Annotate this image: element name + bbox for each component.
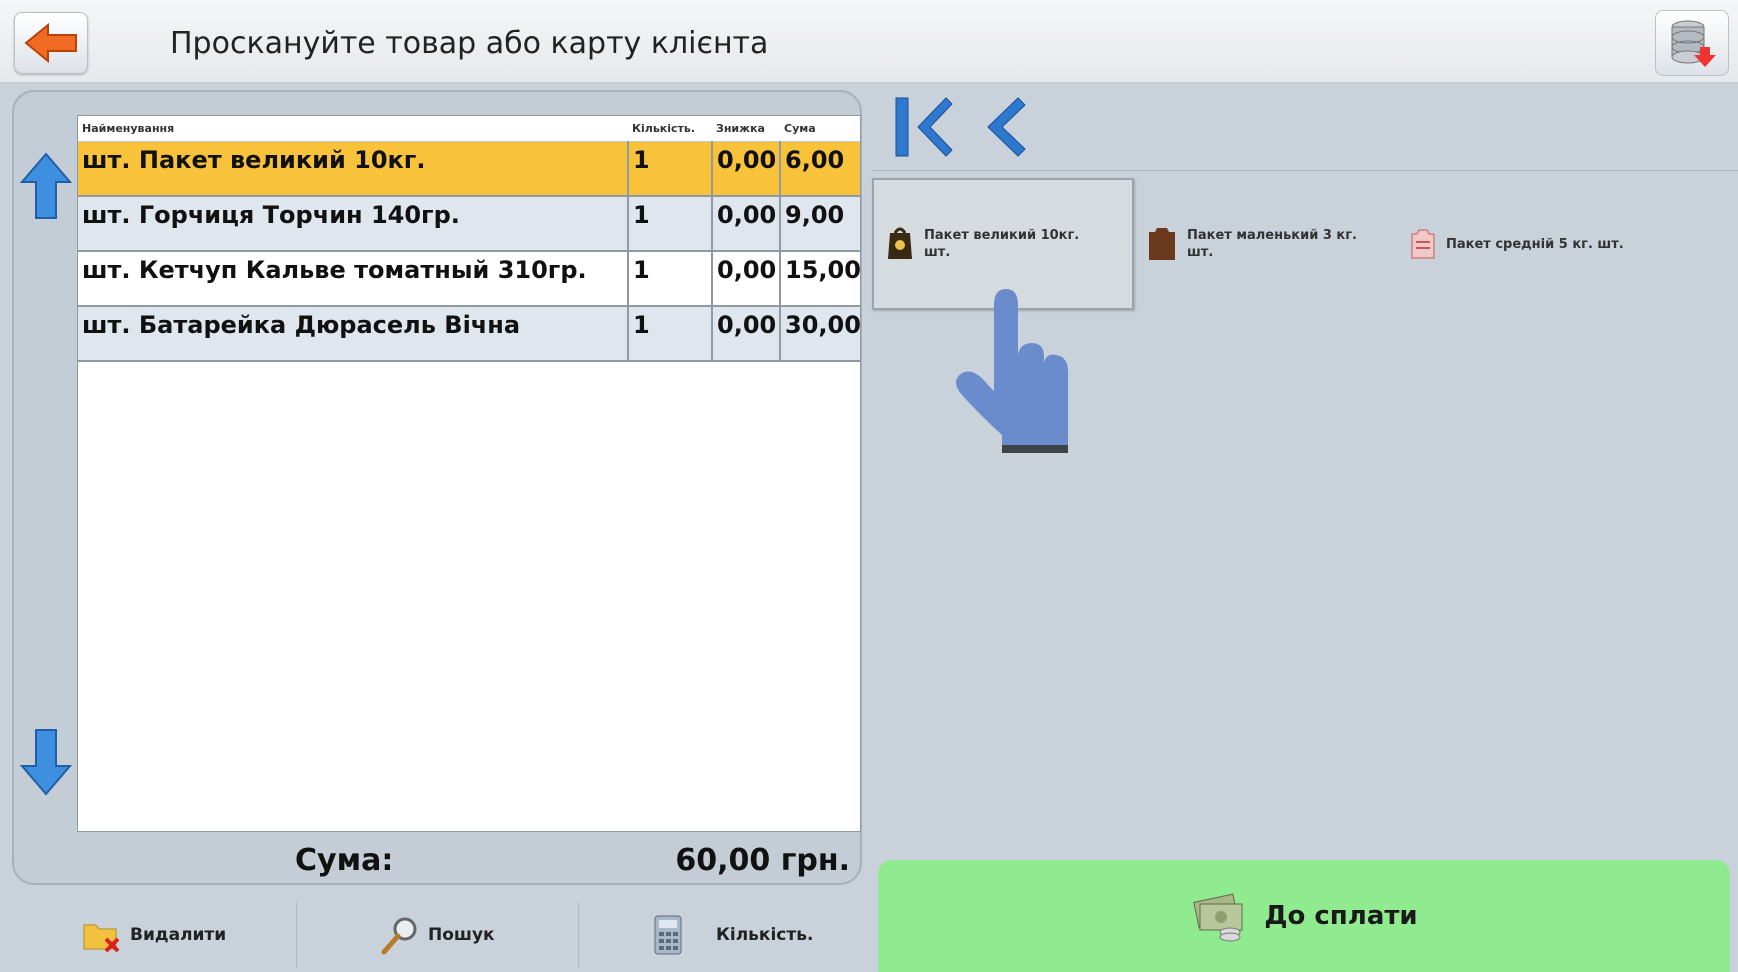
cell-sum: 15,00 <box>779 251 860 307</box>
scroll-down-button[interactable] <box>18 728 74 796</box>
database-button[interactable] <box>1655 10 1729 76</box>
back-button[interactable] <box>14 12 88 74</box>
cell-sum: 30,00 <box>779 306 860 362</box>
database-icon <box>1671 20 1716 67</box>
first-page-button[interactable] <box>894 96 954 158</box>
cell-quantity: 1 <box>627 196 712 252</box>
delete-folder-icon <box>83 924 120 953</box>
calculator-icon <box>654 915 682 955</box>
cell-discount: 0,00 <box>711 196 780 252</box>
search-label: Пошук <box>428 925 495 945</box>
arrow-down-icon <box>19 729 73 796</box>
quantity-label: Кількість. <box>716 925 814 945</box>
magnifier-icon <box>381 917 417 955</box>
total-label: Сума: <box>295 843 394 878</box>
large-bag-icon <box>888 227 912 259</box>
first-page-icon <box>895 97 953 157</box>
quantity-button[interactable]: Кількість. <box>652 902 813 968</box>
cell-name: шт. Пакет великий 10кг. <box>78 141 628 197</box>
divider <box>296 902 297 968</box>
table-row[interactable]: шт. Батарейка Дюрасель Вічна 1 0,00 30,0… <box>78 306 860 362</box>
column-header-name: Найменування <box>78 116 628 142</box>
cell-discount: 0,00 <box>711 306 780 362</box>
product-tile[interactable]: Пакет средній 5 кг. шт. <box>1398 178 1698 310</box>
money-icon <box>1193 893 1243 942</box>
cell-name: шт. Горчиця Торчин 140гр. <box>78 196 628 252</box>
table-row[interactable]: шт. Горчиця Торчин 140гр. 1 0,00 9,00 <box>78 196 860 252</box>
table-row[interactable]: шт. Пакет великий 10кг. 1 0,00 6,00 <box>78 141 860 197</box>
total-value: 60,00 грн. <box>675 843 850 878</box>
product-name: Пакет средній 5 кг. шт. <box>1446 236 1624 252</box>
cell-name: шт. Кетчуп Кальве томатный 310гр. <box>78 251 628 307</box>
delete-label: Видалити <box>130 925 227 945</box>
product-name: Пакет великий 10кг. шт. <box>924 228 1080 260</box>
column-header-discount: Знижка <box>712 116 780 142</box>
cell-quantity: 1 <box>627 141 712 197</box>
cell-sum: 6,00 <box>779 141 860 197</box>
small-bag-icon <box>1149 228 1175 260</box>
previous-page-button[interactable] <box>978 96 1028 158</box>
cell-discount: 0,00 <box>711 251 780 307</box>
table-header-row: Найменування Кількість. Знижка Сума <box>78 116 860 142</box>
pay-button[interactable]: До сплати <box>878 860 1730 972</box>
cell-sum: 9,00 <box>779 196 860 252</box>
column-header-quantity: Кількість. <box>628 116 712 142</box>
header-bar: Проскануйте товар або карту клієнта <box>0 0 1738 83</box>
page-title: Проскануйте товар або карту клієнта <box>170 26 769 61</box>
scroll-up-button[interactable] <box>18 152 74 220</box>
back-arrow-icon <box>24 22 77 64</box>
receipt-table[interactable]: Найменування Кількість. Знижка Сума шт. … <box>77 115 861 832</box>
pointer-hand-icon <box>956 289 1068 453</box>
divider <box>578 902 579 968</box>
cell-discount: 0,00 <box>711 141 780 197</box>
medium-bag-icon <box>1411 229 1435 259</box>
arrow-up-icon <box>19 152 73 219</box>
product-tile[interactable]: Пакет маленький 3 кг. шт. <box>1135 178 1397 310</box>
column-header-sum: Сума <box>780 116 860 142</box>
cell-quantity: 1 <box>627 306 712 362</box>
cell-name: шт. Батарейка Дюрасель Вічна <box>78 306 628 362</box>
chevron-left-icon <box>987 97 1026 157</box>
product-name: Пакет маленький 3 кг. шт. <box>1187 228 1357 260</box>
pos-window: Проскануйте товар або карту клієнта Найм… <box>0 0 1738 972</box>
table-row[interactable]: шт. Кетчуп Кальве томатный 310гр. 1 0,00… <box>78 251 860 307</box>
search-button[interactable]: Пошук <box>380 902 495 968</box>
delete-button[interactable]: Видалити <box>82 902 226 968</box>
cell-quantity: 1 <box>627 251 712 307</box>
pay-label: До сплати <box>1264 901 1418 931</box>
